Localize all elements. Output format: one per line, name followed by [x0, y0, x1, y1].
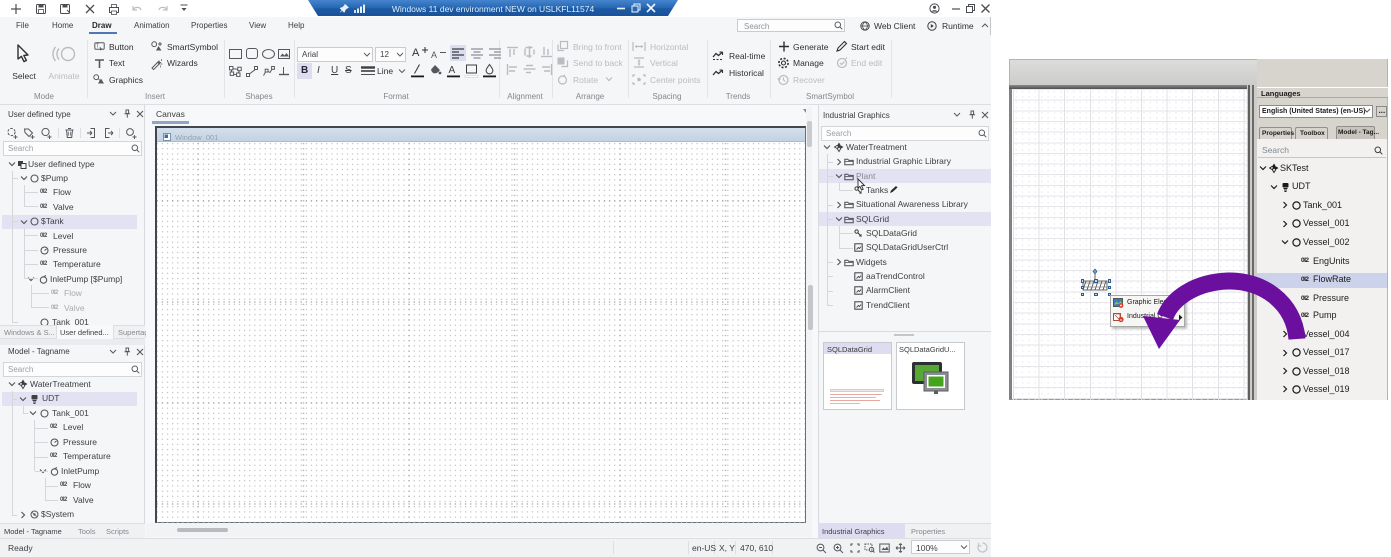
svg-text:A: A	[449, 65, 456, 76]
svg-text:T: T	[96, 44, 99, 50]
